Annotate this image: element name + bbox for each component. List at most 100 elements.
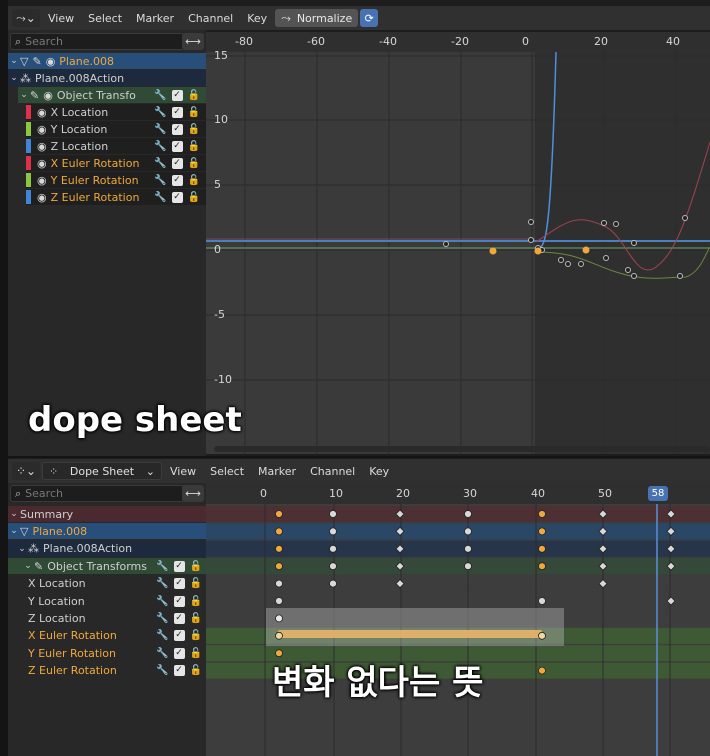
wrench-icon[interactable]: 🔧: [156, 578, 168, 589]
dope-search-field[interactable]: ⌕ Search: [10, 485, 184, 502]
mute-checkbox[interactable]: ✓: [173, 612, 185, 624]
graph-search-field[interactable]: ⌕ Search: [10, 33, 184, 50]
lock-icon[interactable]: 🔓: [188, 175, 200, 186]
fcurve-row[interactable]: ◉ Y Euler Rotation 🔧 ✓ 🔓: [26, 172, 206, 188]
channel-menu[interactable]: Channel: [304, 462, 361, 480]
dope-sheet-canvas[interactable]: [206, 504, 710, 756]
eye-icon[interactable]: ◉: [37, 123, 47, 136]
wrench-icon[interactable]: 🔧: [156, 561, 168, 572]
area-separator[interactable]: [8, 456, 710, 458]
mute-checkbox[interactable]: ✓: [173, 665, 185, 677]
lock-icon[interactable]: 🔓: [188, 124, 200, 135]
channel-color-swatch: [26, 122, 31, 136]
editor-type-button[interactable]: ⤳⌄: [12, 9, 40, 27]
channel-row-group[interactable]: ⌄ ✎ ◉ Object Transfo 🔧 ✓ 🔓: [18, 87, 206, 103]
wrench-icon[interactable]: 🔧: [156, 613, 168, 624]
mute-checkbox[interactable]: ✓: [173, 560, 185, 572]
normalize-toggle[interactable]: ⤳ Normalize: [275, 9, 359, 27]
channel-menu[interactable]: Channel: [182, 9, 239, 27]
mute-checkbox[interactable]: ✓: [171, 89, 183, 101]
eye-icon[interactable]: ◉: [37, 174, 47, 187]
lock-icon[interactable]: 🔓: [188, 90, 200, 101]
marker-menu[interactable]: Marker: [252, 462, 302, 480]
lock-icon[interactable]: 🔓: [190, 648, 202, 659]
chevron-down-icon[interactable]: ⌄: [22, 561, 34, 571]
wrench-icon[interactable]: 🔧: [156, 596, 168, 607]
mute-checkbox[interactable]: ✓: [171, 140, 183, 152]
eye-icon[interactable]: ◉: [37, 157, 47, 170]
channel-row-object[interactable]: ⌄ ▽ ✎ ◉ Plane.008: [8, 53, 206, 69]
view-menu[interactable]: View: [164, 462, 202, 480]
graph-canvas[interactable]: [206, 52, 710, 454]
chevron-down-icon[interactable]: ⌄: [16, 544, 28, 554]
filter-swap-button[interactable]: ⟷: [182, 485, 204, 502]
eye-icon[interactable]: ◉: [37, 191, 47, 204]
chevron-down-icon[interactable]: ⌄: [8, 509, 20, 519]
lock-icon[interactable]: 🔓: [190, 630, 202, 641]
marker-menu[interactable]: Marker: [130, 9, 180, 27]
dope-channel-row[interactable]: Z Euler Rotation 🔧 ✓ 🔓: [8, 662, 206, 679]
current-frame-indicator[interactable]: 58: [648, 486, 668, 501]
lock-icon[interactable]: 🔓: [190, 665, 202, 676]
mute-checkbox[interactable]: ✓: [173, 595, 185, 607]
wrench-icon[interactable]: 🔧: [156, 630, 168, 641]
chevron-down-icon[interactable]: ⌄: [8, 526, 20, 536]
fcurve-row[interactable]: ◉ X Location 🔧 ✓ 🔓: [26, 104, 206, 120]
mute-checkbox[interactable]: ✓: [173, 647, 185, 659]
lock-icon[interactable]: 🔓: [190, 613, 202, 624]
eye-icon: ◉: [45, 54, 56, 68]
select-menu[interactable]: Select: [82, 9, 128, 27]
mesh-object-icon: ▽: [20, 524, 29, 538]
auto-normalize-button[interactable]: ⟳: [360, 9, 379, 27]
lock-icon[interactable]: 🔓: [188, 192, 200, 203]
fcurve-row[interactable]: ◉ Y Location 🔧 ✓ 🔓: [26, 121, 206, 137]
mute-checkbox[interactable]: ✓: [173, 630, 185, 642]
wrench-icon[interactable]: 🔧: [154, 90, 166, 101]
summary-row[interactable]: ⌄ Summary: [8, 506, 206, 522]
horizontal-scrollbar[interactable]: [214, 446, 710, 452]
wrench-icon[interactable]: 🔧: [156, 665, 168, 676]
dope-channel-row[interactable]: Z Location 🔧 ✓ 🔓: [8, 610, 206, 627]
dope-channel-row[interactable]: X Euler Rotation 🔧 ✓ 🔓: [8, 627, 206, 644]
fcurve-row[interactable]: ◉ Z Location 🔧 ✓ 🔓: [26, 138, 206, 154]
mute-checkbox[interactable]: ✓: [173, 578, 185, 590]
wrench-icon[interactable]: 🔧: [154, 141, 166, 152]
dope-channel-row[interactable]: Y Euler Rotation 🔧 ✓ 🔓: [8, 645, 206, 662]
lock-icon[interactable]: 🔓: [190, 596, 202, 607]
key-menu[interactable]: Key: [363, 462, 395, 480]
wrench-icon[interactable]: 🔧: [154, 124, 166, 135]
wrench-icon[interactable]: 🔧: [156, 648, 168, 659]
select-menu[interactable]: Select: [204, 462, 250, 480]
dope-channel-row[interactable]: ⌄ ⁂ Plane.008Action: [8, 540, 206, 557]
eye-icon[interactable]: ◉: [37, 140, 47, 153]
mute-checkbox[interactable]: ✓: [171, 174, 183, 186]
lock-icon[interactable]: 🔓: [188, 141, 200, 152]
wrench-icon[interactable]: 🔧: [154, 192, 166, 203]
wrench-icon[interactable]: 🔧: [154, 158, 166, 169]
filter-swap-button[interactable]: ⟷: [182, 33, 204, 50]
mute-checkbox[interactable]: ✓: [171, 157, 183, 169]
fcurve-row[interactable]: ◉ X Euler Rotation 🔧 ✓ 🔓: [26, 155, 206, 171]
fcurve-row[interactable]: ◉ Z Euler Rotation 🔧 ✓ 🔓: [26, 189, 206, 205]
wrench-icon[interactable]: 🔧: [154, 107, 166, 118]
search-icon: ⌕: [15, 486, 22, 500]
dope-frame-ruler[interactable]: [206, 483, 710, 504]
mute-checkbox[interactable]: ✓: [171, 123, 183, 135]
lock-icon[interactable]: 🔓: [190, 578, 202, 589]
dope-channel-row[interactable]: Y Location 🔧 ✓ 🔓: [8, 593, 206, 609]
mute-checkbox[interactable]: ✓: [171, 106, 183, 118]
editor-type-button[interactable]: ⁘⌄: [12, 462, 40, 480]
dope-channel-row[interactable]: ⌄ ▽ Plane.008: [8, 523, 206, 540]
view-menu[interactable]: View: [42, 9, 80, 27]
lock-icon[interactable]: 🔓: [188, 107, 200, 118]
channel-row-action[interactable]: ⌄ ⁂ Plane.008Action: [8, 70, 206, 86]
key-menu[interactable]: Key: [241, 9, 273, 27]
lock-icon[interactable]: 🔓: [190, 561, 202, 572]
lock-icon[interactable]: 🔓: [188, 158, 200, 169]
dope-channel-row[interactable]: X Location 🔧 ✓ 🔓: [8, 575, 206, 592]
wrench-icon[interactable]: 🔧: [154, 175, 166, 186]
mute-checkbox[interactable]: ✓: [171, 191, 183, 203]
dope-channel-row[interactable]: ⌄ ✎ Object Transforms 🔧 ✓ 🔓: [8, 558, 206, 575]
eye-icon[interactable]: ◉: [37, 106, 47, 119]
mode-dropdown[interactable]: ⁘ Dope Sheet ⌄: [42, 462, 162, 480]
